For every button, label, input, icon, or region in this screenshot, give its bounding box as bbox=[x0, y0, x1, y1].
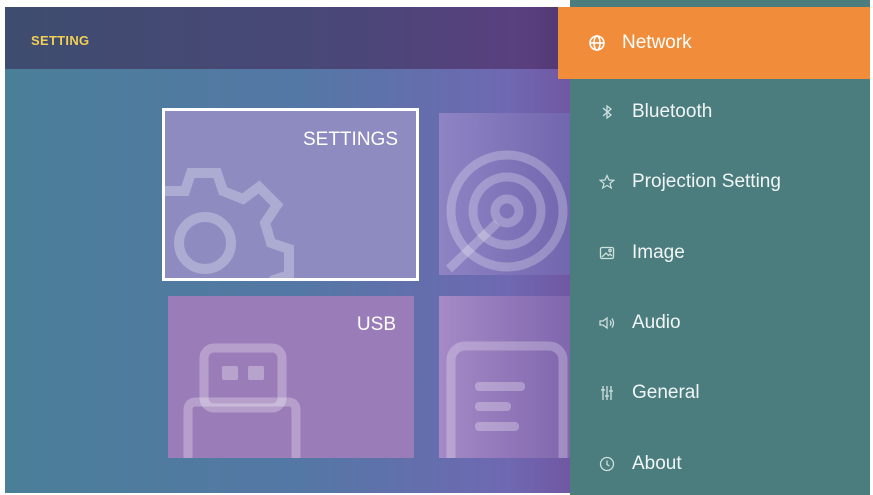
info-icon bbox=[598, 455, 616, 473]
menu-item-label: Bluetooth bbox=[632, 101, 713, 122]
globe-icon bbox=[588, 34, 606, 52]
menu-item-network[interactable]: Network bbox=[558, 7, 873, 79]
usb-tile[interactable]: USB bbox=[168, 296, 414, 458]
menu-item-label: Image bbox=[632, 242, 685, 263]
menu-item-label: Projection Setting bbox=[632, 171, 781, 192]
menu-item-about[interactable]: About bbox=[570, 433, 873, 495]
settings-menu: Network Bluetooth Projection Setting Ima… bbox=[558, 0, 873, 495]
file-tile[interactable] bbox=[439, 296, 579, 458]
document-icon bbox=[446, 341, 568, 458]
menu-item-label: About bbox=[632, 453, 682, 474]
menu-item-bluetooth[interactable]: Bluetooth bbox=[570, 81, 873, 143]
star-icon bbox=[598, 173, 616, 191]
menu-item-audio[interactable]: Audio bbox=[570, 292, 873, 354]
menu-item-general[interactable]: General bbox=[570, 362, 873, 424]
image-icon bbox=[598, 244, 616, 262]
settings-tile[interactable]: SETTINGS bbox=[162, 108, 419, 281]
cast-tile[interactable] bbox=[439, 113, 579, 275]
menu-item-projection-setting[interactable]: Projection Setting bbox=[570, 151, 873, 213]
usb-tile-label: USB bbox=[356, 314, 396, 335]
speaker-icon bbox=[598, 314, 616, 332]
usb-drive-icon bbox=[183, 343, 301, 458]
gear-icon bbox=[165, 168, 294, 278]
menu-item-label: Audio bbox=[632, 312, 681, 333]
menu-item-label: Network bbox=[622, 32, 692, 53]
page-title: SETTING bbox=[31, 33, 90, 48]
menu-item-label: General bbox=[632, 382, 700, 403]
bluetooth-icon bbox=[598, 103, 616, 121]
menu-item-image[interactable]: Image bbox=[570, 222, 873, 284]
cast-icon bbox=[445, 150, 568, 273]
settings-tile-label: SETTINGS bbox=[302, 129, 398, 150]
sliders-icon bbox=[598, 384, 616, 402]
